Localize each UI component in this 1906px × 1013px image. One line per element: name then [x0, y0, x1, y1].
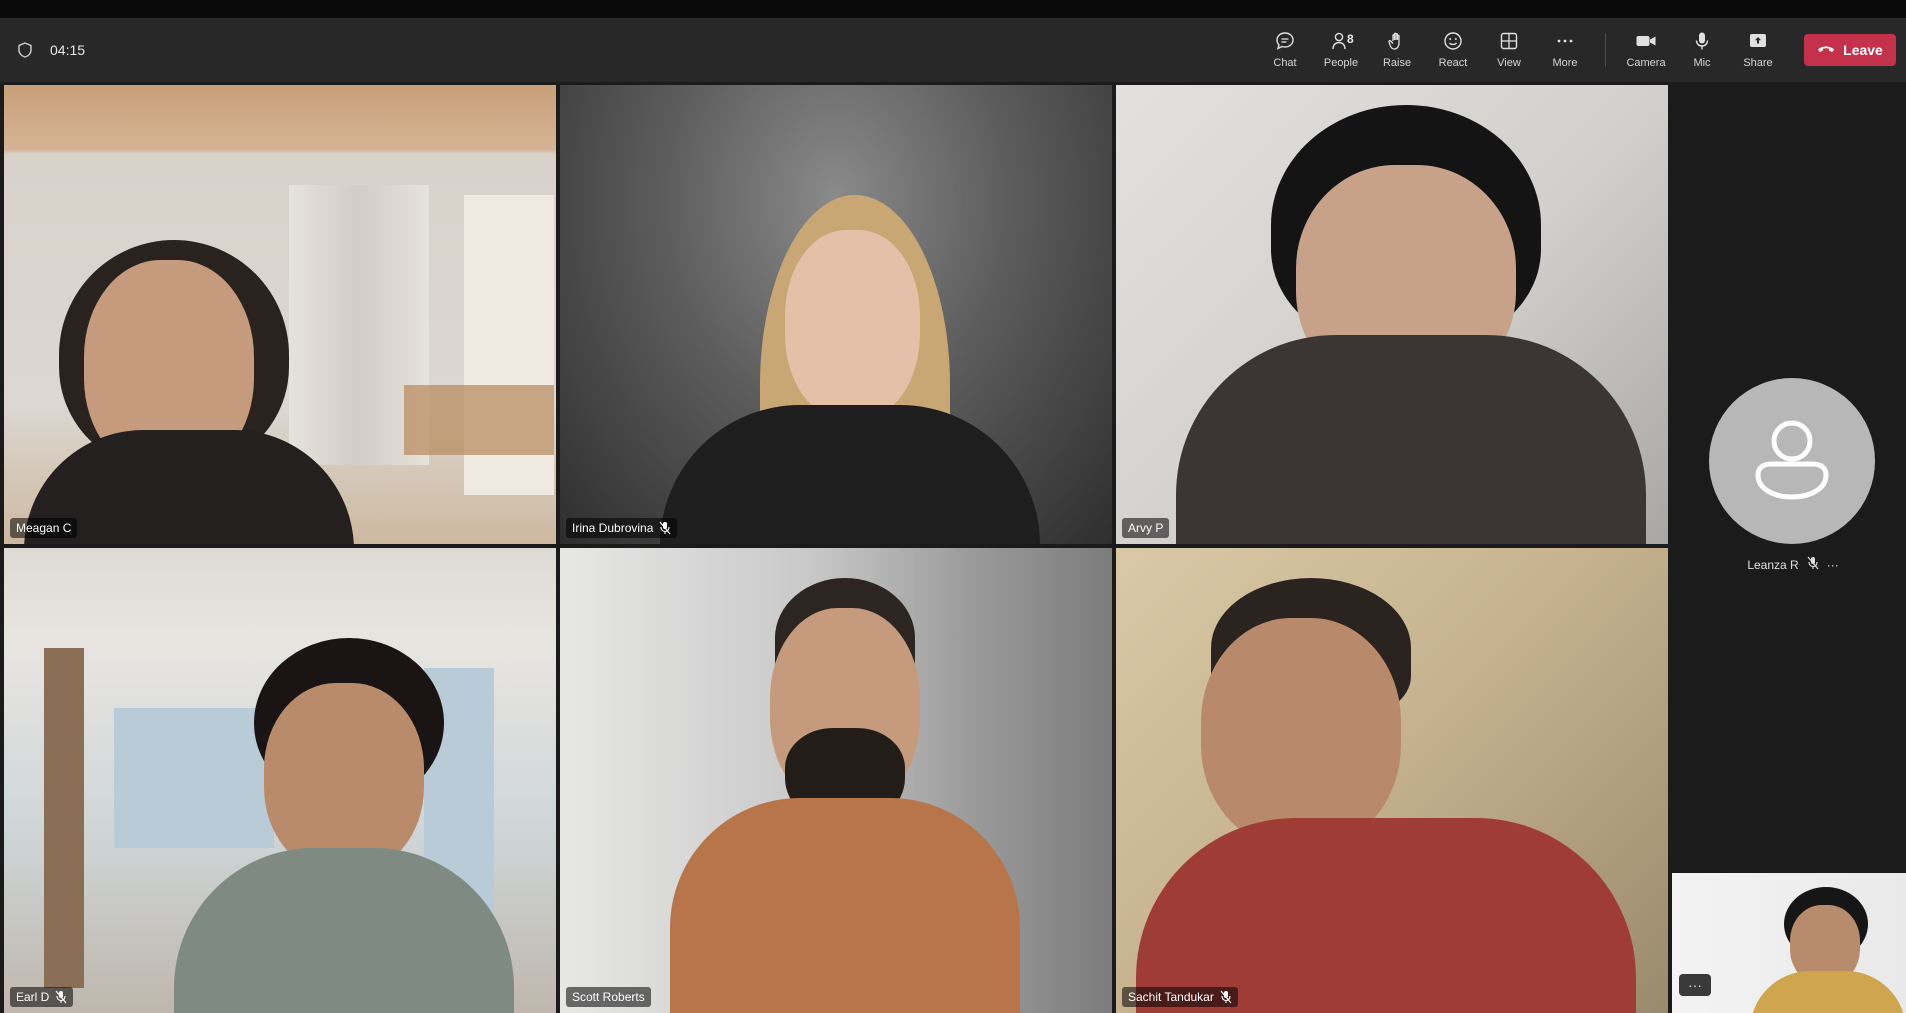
camera-label: Camera [1626, 57, 1666, 69]
people-label: People [1323, 57, 1359, 69]
video-stage: Meagan C Irina Dubrovina Arvy P Earl D S… [0, 82, 1906, 1013]
view-label: View [1497, 57, 1521, 69]
sidebar-participant-name-row: Leanza R ··· [1710, 556, 1876, 573]
camera-icon [1635, 31, 1657, 51]
toolbar-divider [1605, 33, 1606, 67]
video-tile-meagan-c[interactable]: Meagan C [4, 85, 556, 544]
react-button[interactable]: React [1425, 18, 1481, 82]
video-feed [560, 548, 1112, 1013]
participant-name-tag: Arvy P [1122, 518, 1170, 538]
share-label: Share [1743, 57, 1773, 69]
participant-name-tag: Sachit Tandukar [1122, 987, 1238, 1007]
participant-name: Meagan C [16, 521, 72, 535]
mic-muted-icon [1220, 990, 1232, 1004]
participant-name-tag: Earl D [10, 987, 74, 1007]
view-button[interactable]: View [1481, 18, 1537, 82]
mic-muted-icon [55, 990, 67, 1004]
call-timer: 04:15 [50, 42, 86, 58]
video-feed [1116, 548, 1668, 1013]
participant-more-options[interactable]: ··· [1827, 558, 1839, 572]
shield-icon [18, 42, 32, 58]
participant-name: Leanza R [1747, 557, 1799, 572]
video-feed [4, 548, 556, 1013]
phone-hangup-icon [1817, 42, 1835, 58]
share-icon [1748, 31, 1768, 51]
participant-name: Earl D [16, 990, 50, 1004]
chat-button[interactable]: Chat [1257, 18, 1313, 82]
react-label: React [1438, 57, 1468, 69]
self-view-more-button[interactable]: ··· [1679, 974, 1711, 996]
ellipsis-icon: ··· [1688, 977, 1702, 993]
smiley-icon [1443, 31, 1463, 51]
video-feed [560, 85, 1112, 544]
mic-button[interactable]: Mic [1674, 18, 1730, 82]
participant-name: Scott Roberts [572, 990, 645, 1004]
more-button[interactable]: More [1537, 18, 1593, 82]
video-tile-arvy-p[interactable]: Arvy P [1116, 85, 1668, 544]
participant-name-tag: Scott Roberts [566, 987, 651, 1007]
video-tile-irina-dubrovina[interactable]: Irina Dubrovina [560, 85, 1112, 544]
grid-icon [1499, 31, 1519, 51]
raise-hand-button[interactable]: Raise [1369, 18, 1425, 82]
hand-icon [1387, 31, 1407, 51]
participant-name: Sachit Tandukar [1128, 990, 1214, 1004]
participant-name: Arvy P [1128, 521, 1164, 535]
participant-avatar-leanza-r[interactable] [1709, 378, 1875, 544]
participant-name-tag: Meagan C [10, 518, 78, 538]
camera-button[interactable]: Camera [1618, 18, 1674, 82]
participant-name: Irina Dubrovina [572, 521, 654, 535]
window-title-bar [0, 0, 1906, 18]
chat-icon [1275, 31, 1295, 51]
participant-name-tag: Irina Dubrovina [566, 518, 678, 538]
share-button[interactable]: Share [1730, 18, 1786, 82]
mic-label: Mic [1693, 57, 1711, 69]
video-feed [1116, 85, 1668, 544]
ellipsis-icon [1555, 31, 1575, 51]
leave-label: Leave [1843, 42, 1883, 58]
meeting-toolbar: 04:15 Chat 8 People Raise React View Mor… [0, 18, 1906, 82]
leave-button[interactable]: Leave [1804, 34, 1896, 66]
raise-label: Raise [1382, 57, 1412, 69]
mic-muted-icon [659, 521, 671, 535]
more-label: More [1552, 57, 1578, 69]
chat-label: Chat [1273, 57, 1297, 69]
video-feed [4, 85, 556, 544]
video-tile-sachit-tandukar[interactable]: Sachit Tandukar [1116, 548, 1668, 1013]
video-tile-scott-roberts[interactable]: Scott Roberts [560, 548, 1112, 1013]
people-button[interactable]: 8 People [1313, 18, 1369, 82]
mic-icon [1692, 31, 1712, 51]
person-icon [1752, 417, 1832, 506]
mic-muted-icon [1807, 556, 1819, 573]
video-tile-earl-d[interactable]: Earl D [4, 548, 556, 1013]
people-count: 8 [1347, 32, 1354, 46]
